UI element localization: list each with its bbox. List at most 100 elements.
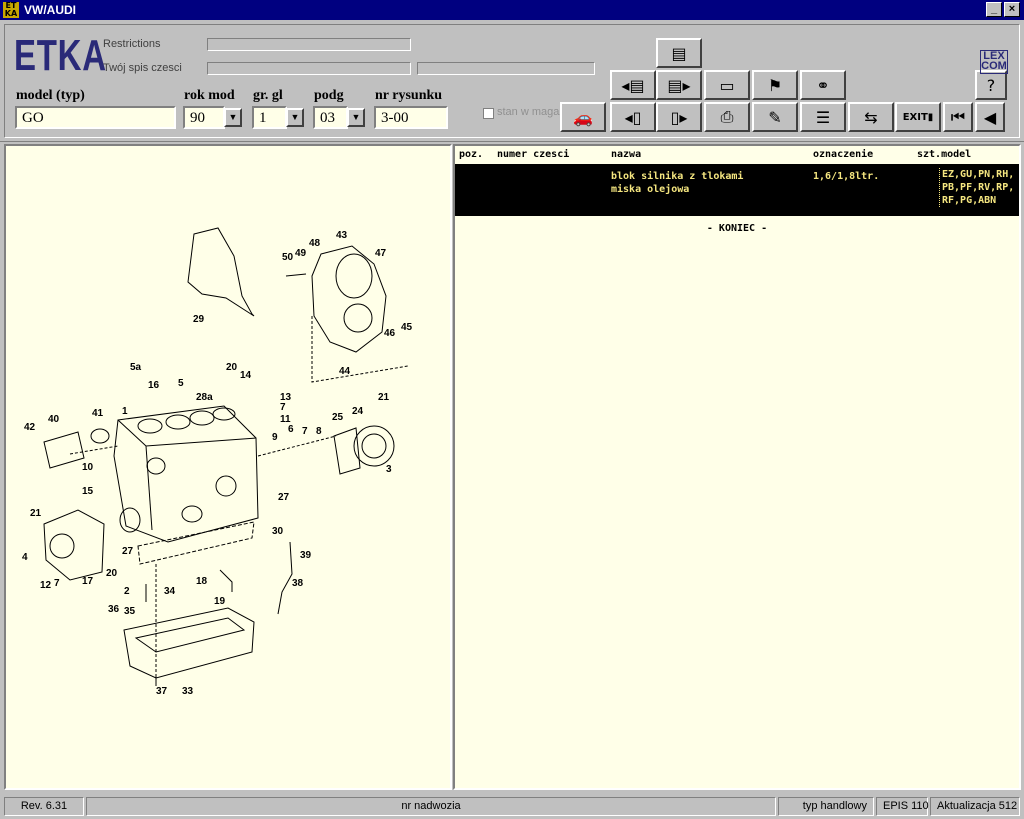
- pencil-icon[interactable]: ✎: [752, 102, 798, 132]
- drawing-number-label: nr rysunku: [375, 88, 443, 103]
- svg-text:29: 29: [193, 314, 205, 325]
- restrictions-label: Restrictions: [103, 38, 161, 50]
- stock-checkbox[interactable]: [483, 108, 494, 119]
- parts-list-icon[interactable]: ▤: [656, 38, 702, 68]
- parts-list-field-2[interactable]: [417, 62, 595, 75]
- group-label: gr. gl: [253, 88, 283, 103]
- status-type: typ handlowy: [778, 797, 874, 816]
- binoculars-icon[interactable]: ⚭: [800, 70, 846, 100]
- printer-icon[interactable]: ⎙: [704, 102, 750, 132]
- year-select[interactable]: 90: [183, 106, 225, 129]
- exit-label: EXIT: [902, 111, 928, 123]
- prev-page-icon[interactable]: ◂▤: [610, 70, 656, 100]
- svg-text:42: 42: [24, 422, 36, 433]
- subgroup-label: podg: [314, 88, 344, 103]
- svg-text:33: 33: [182, 686, 194, 697]
- svg-text:20: 20: [226, 362, 238, 373]
- svg-text:6: 6: [288, 424, 294, 435]
- car-icon[interactable]: 🚗: [560, 102, 606, 132]
- year-label: rok mod: [184, 88, 235, 103]
- svg-text:15: 15: [82, 486, 94, 497]
- svg-text:5: 5: [178, 378, 184, 389]
- svg-text:40: 40: [48, 414, 60, 425]
- year-dropdown-arrow-icon[interactable]: ▼: [224, 108, 242, 127]
- help-icon[interactable]: ?: [975, 70, 1007, 100]
- header-panel: ETKA Restrictions Twój spis czesci model…: [0, 20, 1024, 142]
- window-title: VW/AUDI: [24, 3, 76, 17]
- svg-text:41: 41: [92, 408, 104, 419]
- prev-drawing-icon[interactable]: ◂▯: [610, 102, 656, 132]
- flag-icon[interactable]: ⚑: [752, 70, 798, 100]
- stock-checkbox-label: stan w magaz.: [497, 106, 568, 118]
- restrictions-field: [207, 38, 411, 51]
- svg-text:34: 34: [164, 586, 176, 597]
- minimize-button[interactable]: _: [986, 2, 1002, 17]
- svg-text:7: 7: [280, 402, 286, 413]
- close-button[interactable]: ×: [1004, 2, 1020, 17]
- end-marker: - KONIEC -: [706, 223, 768, 234]
- svg-text:27: 27: [122, 546, 134, 557]
- svg-text:7: 7: [302, 426, 308, 437]
- status-epis: EPIS 110: [876, 797, 929, 816]
- svg-text:47: 47: [375, 248, 387, 259]
- svg-text:36: 36: [108, 604, 120, 615]
- group-dropdown-arrow-icon[interactable]: ▼: [286, 108, 304, 127]
- svg-text:19: 19: [214, 596, 226, 607]
- first-page-icon[interactable]: ⏮: [943, 102, 973, 132]
- svg-text:30: 30: [272, 526, 284, 537]
- model-input[interactable]: GO: [15, 106, 176, 129]
- row-name-line2: miska olejowa: [611, 184, 690, 195]
- svg-text:5a: 5a: [130, 362, 142, 373]
- exploded-diagram-panel: 43 47 48 49 50 29 45 46 44 5a 16 5 28a 20 14 13 7 11…: [4, 144, 452, 790]
- svg-text:7: 7: [54, 578, 60, 589]
- list-icon[interactable]: ☰: [800, 102, 846, 132]
- svg-text:28a: 28a: [196, 392, 213, 403]
- svg-text:25: 25: [332, 412, 344, 423]
- subgroup-select[interactable]: 03: [313, 106, 348, 129]
- back-icon[interactable]: ◀: [975, 102, 1005, 132]
- row-models: EZ,GU,PN,RH, PB,PF,RV,RP, RF,PG,ABN: [939, 168, 1014, 207]
- parts-table-panel: poz. numer czesci nazwa oznaczenie szt.m…: [453, 144, 1021, 790]
- svg-text:8: 8: [316, 426, 322, 437]
- svg-text:38: 38: [292, 578, 304, 589]
- svg-text:10: 10: [82, 462, 94, 473]
- svg-text:18: 18: [196, 576, 208, 587]
- col-header-pos[interactable]: poz.: [459, 149, 483, 160]
- svg-text:24: 24: [352, 406, 364, 417]
- subgroup-dropdown-arrow-icon[interactable]: ▼: [347, 108, 365, 127]
- diagram-callouts: 434748 495029 454644 5a16 5 28a2014 13711…: [22, 230, 413, 697]
- svg-text:17: 17: [82, 576, 94, 587]
- transfer-icon[interactable]: ⇆: [848, 102, 894, 132]
- svg-text:21: 21: [30, 508, 42, 519]
- svg-text:12: 12: [40, 580, 52, 591]
- parts-list-field[interactable]: [207, 62, 411, 75]
- drawing-number-input[interactable]: 3-00: [374, 106, 448, 129]
- model-label: model (typ): [16, 88, 85, 103]
- col-header-part-number[interactable]: numer czesci: [497, 149, 569, 160]
- next-page-icon[interactable]: ▤▸: [656, 70, 702, 100]
- svg-text:16: 16: [148, 380, 160, 391]
- col-header-designation[interactable]: oznaczenie: [813, 149, 873, 160]
- col-header-qty-model[interactable]: szt.model: [917, 149, 971, 160]
- row-name-line1: blok silnika z tlokami: [611, 171, 744, 182]
- title-bar: ET KA VW/AUDI _ ×: [0, 0, 1024, 20]
- service-icon[interactable]: ▭: [704, 70, 750, 100]
- svg-text:4: 4: [22, 552, 28, 563]
- svg-text:21: 21: [378, 392, 390, 403]
- group-select[interactable]: 1: [252, 106, 287, 129]
- row-designation: 1,6/1,8ltr.: [813, 171, 880, 182]
- col-header-name[interactable]: nazwa: [611, 149, 641, 160]
- exit-button[interactable]: EXIT ▮: [895, 102, 941, 132]
- status-chassis: nr nadwozia: [86, 797, 776, 816]
- svg-text:50: 50: [282, 252, 294, 263]
- table-row[interactable]: blok silnika z tlokami miska olejowa 1,6…: [455, 164, 1019, 216]
- parts-list-label: Twój spis czesci: [103, 62, 182, 74]
- svg-text:46: 46: [384, 328, 396, 339]
- next-drawing-icon[interactable]: ▯▸: [656, 102, 702, 132]
- status-update: Aktualizacja 512: [930, 797, 1020, 816]
- engine-exploded-diagram[interactable]: 434748 495029 454644 5a16 5 28a2014 13711…: [6, 146, 450, 788]
- svg-text:48: 48: [309, 238, 321, 249]
- svg-text:1: 1: [122, 406, 128, 417]
- status-bar: Rev. 6.31 nr nadwozia typ handlowy EPIS …: [0, 795, 1024, 819]
- svg-text:2: 2: [124, 586, 130, 597]
